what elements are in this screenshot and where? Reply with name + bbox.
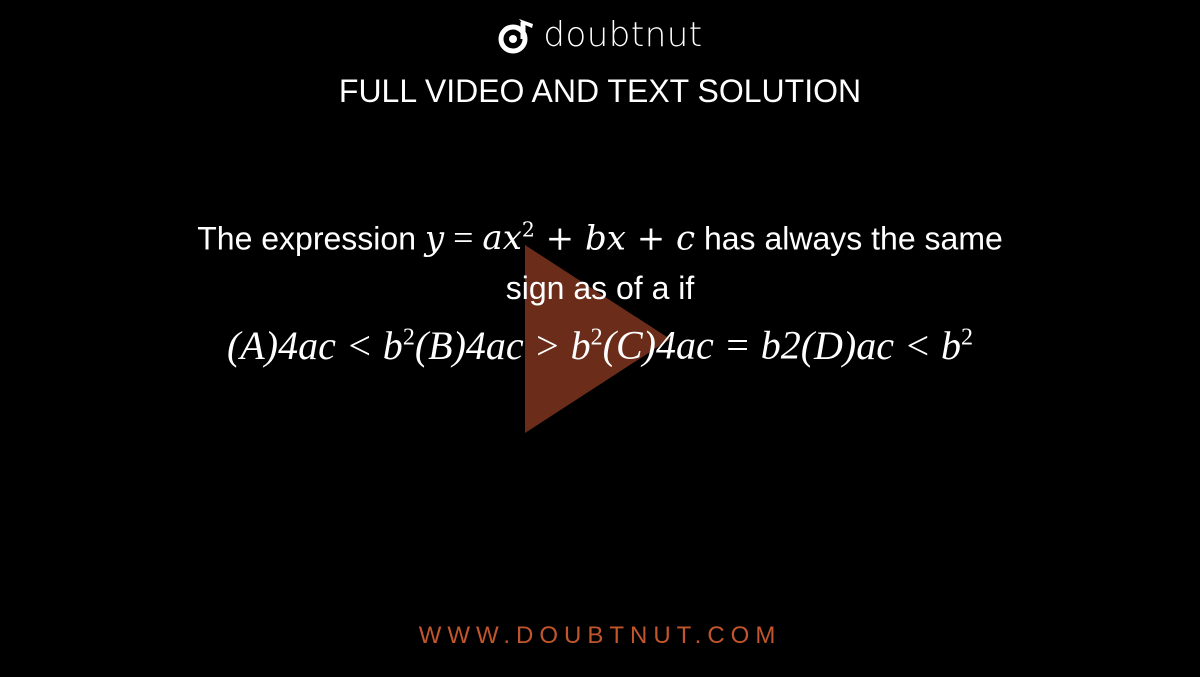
footer-url: WWW.DOUBTNUT.COM (418, 622, 782, 649)
option-d: (D)ac < b2 (800, 322, 973, 368)
doubtnut-logo-icon (498, 19, 534, 54)
question-line-1: The expression y = ax2 + bx + c has alwa… (0, 205, 1200, 263)
doubtnut-logo: doubtnut (0, 14, 1200, 56)
option-a: (A)4ac < b2 (226, 322, 415, 368)
question-text-after: has always the same (695, 220, 1003, 257)
math-y: y (424, 218, 445, 259)
brand-name: doubtnut (543, 15, 703, 55)
math-eq: = (444, 217, 483, 258)
question-text: The expression (197, 220, 425, 257)
play-icon[interactable] (525, 245, 670, 433)
headline: FULL VIDEO AND TEXT SOLUTION (338, 73, 862, 109)
math-rest: + bx + c (534, 218, 696, 259)
